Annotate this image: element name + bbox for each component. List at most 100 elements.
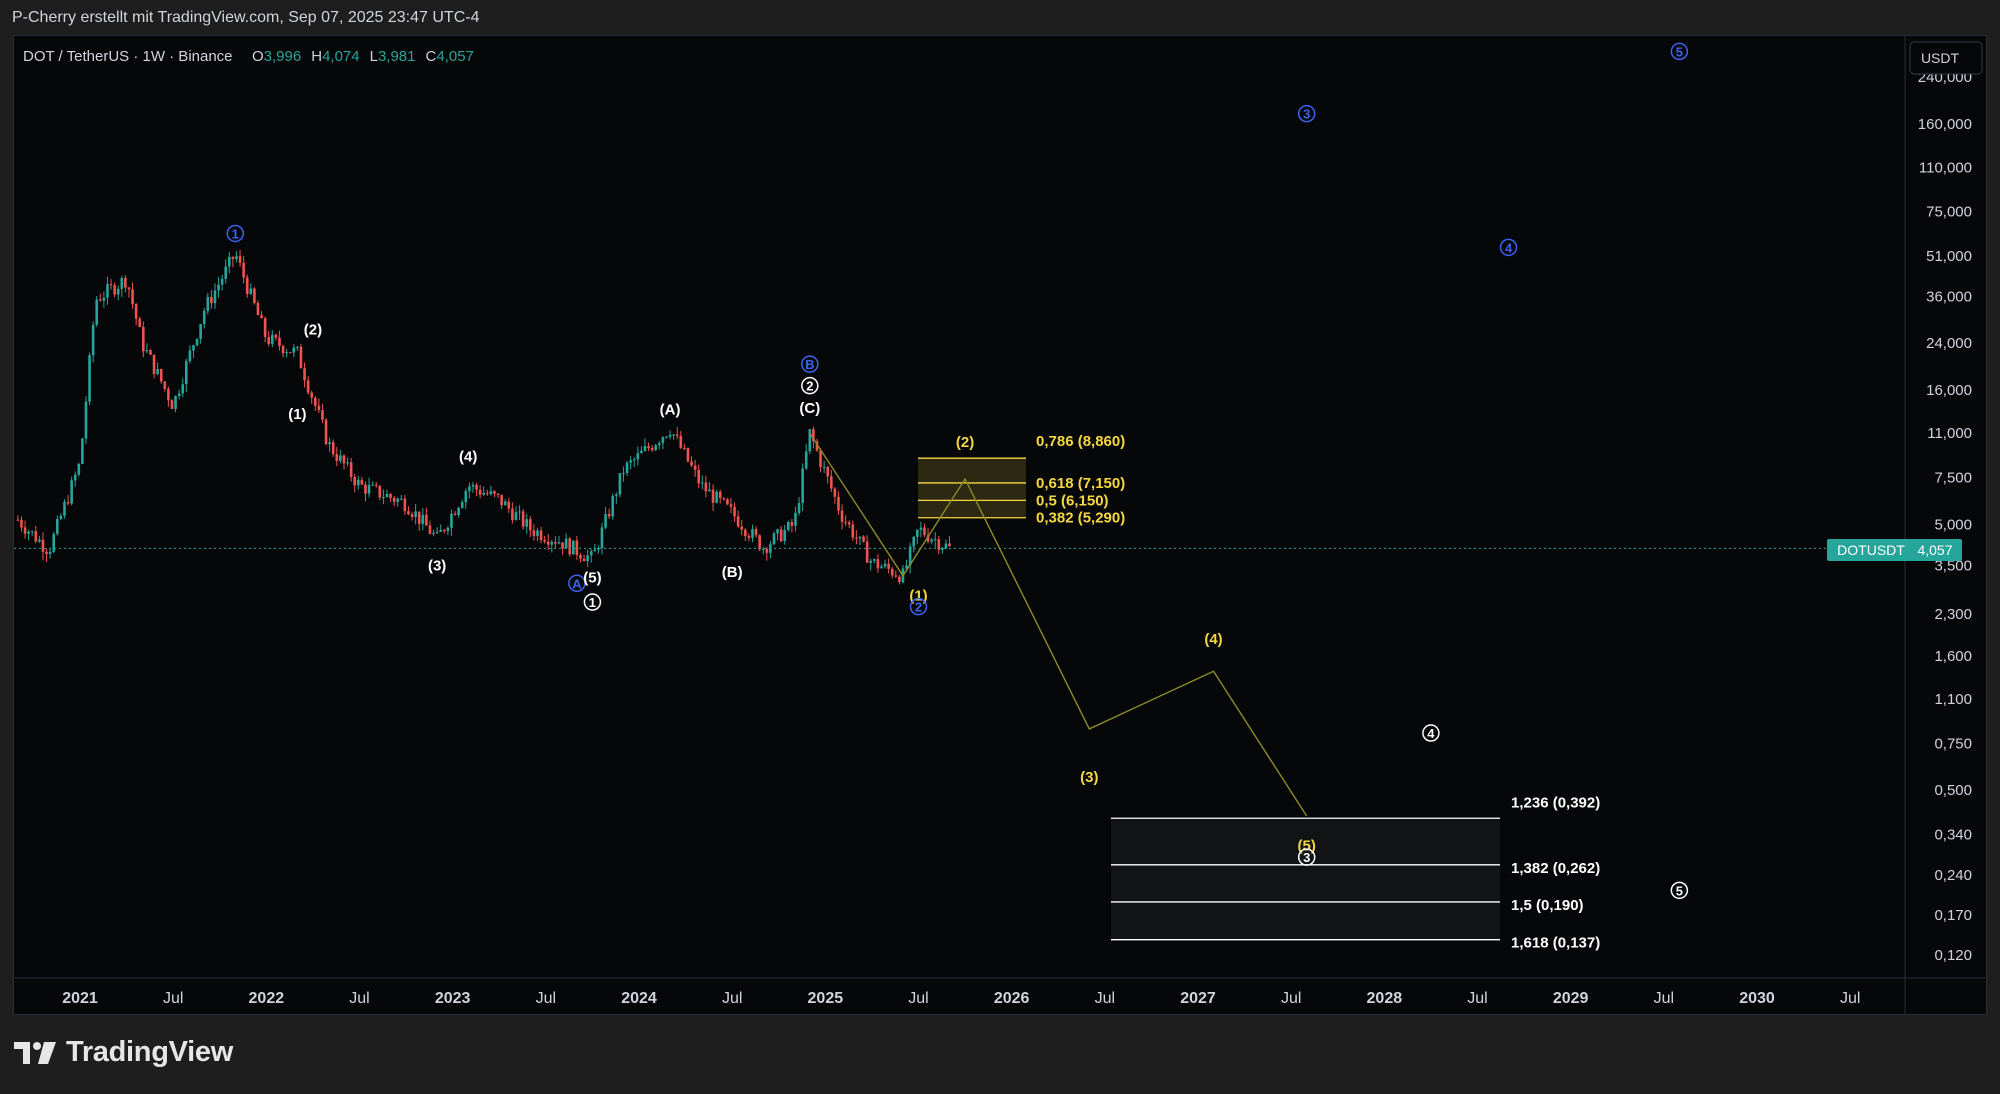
candle-body: [181, 384, 185, 394]
candle-body: [346, 462, 349, 464]
candle-body: [851, 524, 855, 538]
candle-body: [292, 347, 296, 353]
candle-body: [403, 498, 407, 512]
candle-body: [715, 491, 718, 503]
time-axis-tick: Jul: [908, 990, 928, 1007]
candle-body: [267, 336, 271, 344]
candle-body: [439, 529, 443, 532]
candle-body: [396, 498, 400, 502]
candle-body: [919, 527, 923, 530]
candle-body: [56, 518, 59, 534]
candle-body: [170, 400, 174, 409]
candle-body: [704, 482, 708, 492]
wave-label: 1: [589, 595, 596, 610]
price-tag-symbol: DOTUSDT: [1837, 542, 1905, 558]
candle-body: [163, 381, 167, 389]
candle-body: [672, 434, 675, 436]
candle-body: [711, 489, 715, 503]
candle-body: [869, 560, 873, 563]
candle-body: [804, 451, 808, 469]
candle-body: [378, 485, 382, 498]
candle-body: [801, 468, 804, 503]
candle-body: [414, 511, 417, 517]
candle-body: [417, 511, 421, 524]
candle-body: [923, 527, 926, 536]
price-axis-tick: 7,500: [1934, 469, 1972, 486]
symbol-bar[interactable]: DOT / TetherUS · 1W · Binance O3,996 H4,0…: [23, 48, 474, 65]
candle-body: [249, 288, 253, 294]
candle-body: [607, 514, 611, 517]
time-axis-tick: 2021: [62, 990, 98, 1007]
wave-label: (2): [304, 321, 322, 338]
price-axis-tick: 160,000: [1918, 116, 1972, 133]
wave-label: (2): [956, 434, 974, 451]
time-axis-tick: Jul: [163, 990, 183, 1007]
wave-label: (C): [799, 400, 820, 417]
candle-body: [296, 346, 299, 348]
candle-body: [210, 297, 213, 304]
candle-body: [256, 303, 260, 316]
candle-body: [532, 530, 536, 536]
candle-body: [152, 354, 156, 375]
candle-body: [199, 324, 202, 339]
candle-body: [335, 454, 339, 461]
currency-button[interactable]: USDT: [1909, 41, 1983, 75]
candle-body: [733, 506, 736, 517]
candle-body: [740, 526, 744, 530]
candle-body: [303, 368, 306, 381]
candle-body: [245, 277, 249, 294]
candle-body: [514, 512, 518, 521]
time-axis-tick: Jul: [1095, 990, 1115, 1007]
price-axis-tick: 0,340: [1934, 827, 1972, 844]
wave-label: 3: [1303, 850, 1310, 865]
candle-body: [744, 529, 747, 536]
fib-retracement-label: 0,382 (5,290): [1036, 510, 1125, 527]
axes-layer: 240,000160,000110,00075,00051,00036,0002…: [14, 36, 1986, 1015]
time-axis-tick: Jul: [536, 990, 556, 1007]
candle-body: [797, 502, 801, 514]
candle-body: [38, 539, 41, 542]
candle-body: [572, 540, 575, 555]
candle-body: [539, 530, 543, 541]
candle-body: [278, 337, 281, 346]
candle-body: [113, 285, 116, 295]
candle-body: [16, 519, 20, 521]
candle-body: [840, 510, 844, 522]
candle-body: [177, 393, 181, 397]
price-tag-value: 4,057: [1917, 542, 1952, 558]
candle-body: [95, 299, 99, 325]
candle-body: [99, 299, 102, 301]
wave-label: 5: [1676, 44, 1683, 59]
candle-body: [27, 531, 30, 534]
candle-body: [188, 350, 192, 362]
price-axis-tick: 24,000: [1926, 335, 1972, 352]
candle-body: [228, 256, 231, 267]
wave-label: (4): [1204, 631, 1222, 648]
wave-label: A: [572, 576, 582, 591]
candle-body: [525, 519, 529, 527]
price-axis-tick: 2,300: [1934, 606, 1972, 623]
candle-body: [618, 473, 622, 495]
candle-body: [213, 290, 217, 304]
price-chart[interactable]: 0,786 (8,860)0,618 (7,150)0,5 (6,150)0,3…: [0, 0, 2000, 1094]
tradingview-logo[interactable]: TradingView: [14, 1036, 233, 1069]
time-axis-tick: 2029: [1553, 990, 1589, 1007]
time-axis-tick: 2030: [1739, 990, 1775, 1007]
candle-body: [826, 466, 830, 477]
candle-body: [299, 346, 303, 369]
candle-body: [665, 436, 668, 438]
candle-body: [518, 511, 521, 513]
candle-body: [231, 256, 235, 260]
candle-body: [550, 541, 554, 545]
candle-body: [192, 345, 195, 351]
candle-body: [554, 541, 557, 544]
candle-body: [349, 462, 353, 477]
candle-body: [758, 535, 761, 550]
candle-body: [314, 397, 317, 406]
time-axis-tick: Jul: [722, 990, 742, 1007]
candle-body: [722, 498, 726, 500]
candle-body: [206, 297, 210, 311]
candle-body: [446, 527, 450, 531]
candle-body: [91, 324, 95, 356]
candle-body: [274, 334, 278, 338]
